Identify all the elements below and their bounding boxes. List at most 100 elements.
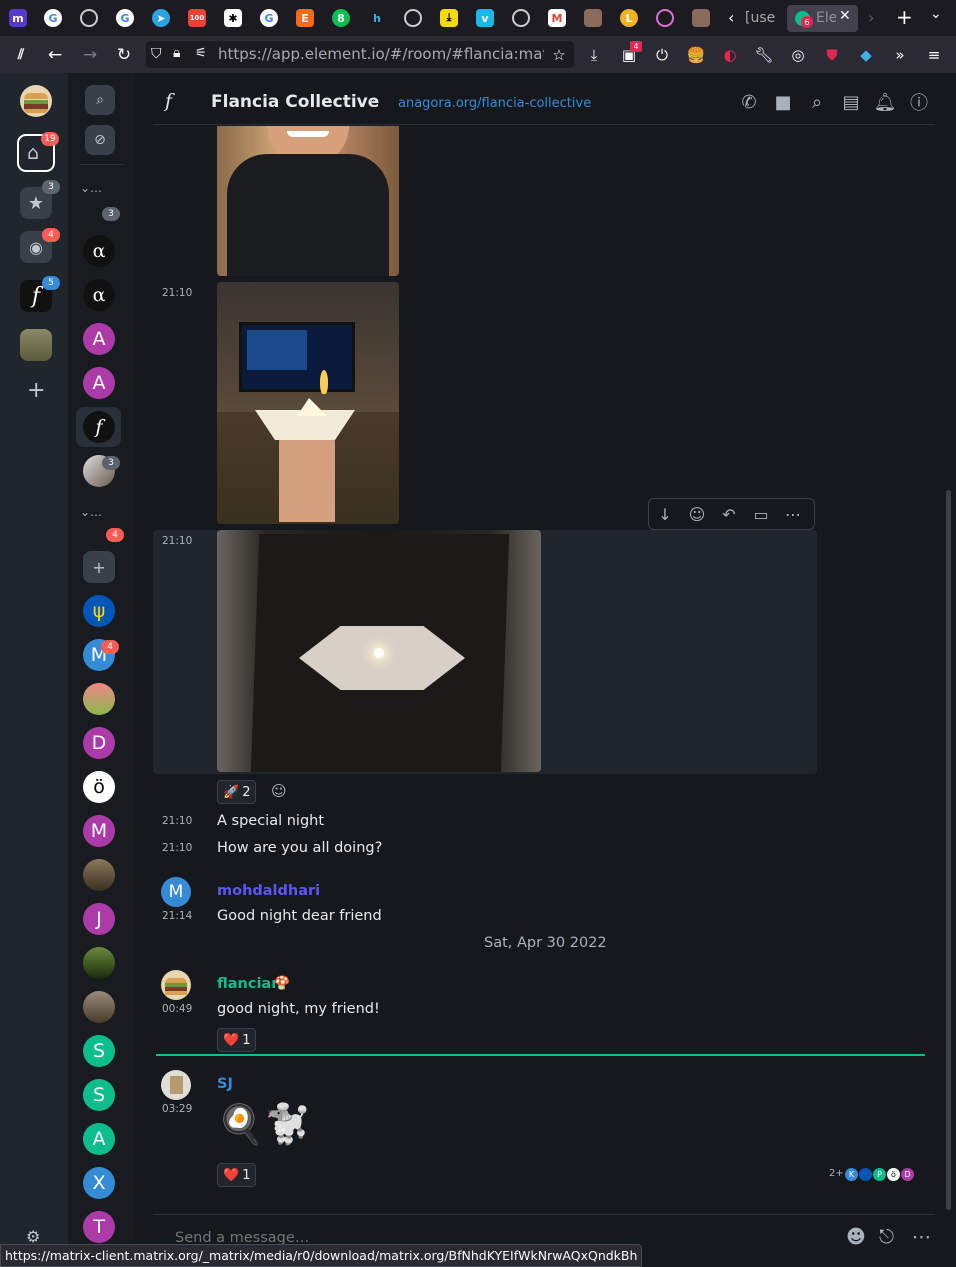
sidebar-icon[interactable]: ⫽ <box>10 44 32 66</box>
room-avatar[interactable]: T <box>83 1211 115 1243</box>
room-avatar-flancia[interactable]: f <box>83 411 115 443</box>
reaction-rocket[interactable]: 🚀 2 <box>217 780 257 804</box>
mastodon-tab-icon[interactable]: m <box>9 9 27 27</box>
news-tab-icon[interactable]: 100 <box>188 9 206 27</box>
attachment-icon[interactable]: ⎋ <box>879 1226 894 1248</box>
extension-icon[interactable]: ◎ <box>788 45 808 65</box>
hm-tab-icon[interactable]: h <box>368 9 386 27</box>
forward-icon[interactable]: → <box>79 44 101 66</box>
lock-icon[interactable]: 🔒︎ <box>173 45 180 61</box>
explore-icon[interactable]: ⊘ <box>85 125 115 155</box>
tab-label[interactable]: [use <box>745 10 775 26</box>
letter-tab-icon[interactable]: L <box>620 9 638 27</box>
menu-icon[interactable]: ≡ <box>924 45 944 65</box>
voice-call-icon[interactable]: ✆ <box>738 91 760 113</box>
read-receipts-more[interactable]: 2+ <box>829 1168 844 1179</box>
reaction-heart[interactable]: ❤️ 1 <box>217 1163 257 1187</box>
read-receipt-avatar[interactable] <box>859 1168 872 1181</box>
google-tab-icon[interactable]: G <box>116 9 134 27</box>
room-avatar[interactable]: ö <box>83 771 115 803</box>
image-message[interactable] <box>217 282 399 524</box>
app-tab-icon[interactable]: ✱ <box>224 9 242 27</box>
room-avatar[interactable]: α <box>83 235 115 267</box>
google-tab-icon[interactable]: G <box>44 9 62 27</box>
reply-icon[interactable]: ↶ <box>715 500 743 528</box>
thread-reply-icon[interactable]: ▭ <box>747 500 775 528</box>
section-toggle-icon[interactable]: ⌄… <box>80 181 102 195</box>
room-avatar[interactable]: A <box>83 367 115 399</box>
image-message[interactable] <box>217 530 541 772</box>
room-topic[interactable]: anagora.org/flancia-collective <box>398 96 591 111</box>
globe-tab-icon[interactable] <box>512 9 530 27</box>
more-options-icon[interactable]: ⋯ <box>912 1226 931 1248</box>
room-avatar[interactable]: S <box>83 1035 115 1067</box>
avatar[interactable] <box>161 970 191 1000</box>
room-avatar[interactable] <box>83 947 115 979</box>
room-avatar[interactable] <box>83 991 115 1023</box>
room-avatar[interactable]: M <box>83 815 115 847</box>
download-icon[interactable]: ↓ <box>651 500 679 528</box>
room-avatar[interactable]: J <box>83 903 115 935</box>
profile-tab-icon[interactable] <box>692 9 710 27</box>
section-toggle-icon[interactable]: ⌄… <box>80 505 102 519</box>
room-name[interactable]: Flancia Collective <box>211 92 379 112</box>
bookmark-star-icon[interactable]: ☆ <box>549 45 569 65</box>
room-avatar[interactable]: X <box>83 1167 115 1199</box>
user-avatar[interactable] <box>20 85 52 117</box>
room-avatar[interactable]: α <box>83 279 115 311</box>
room-avatar[interactable] <box>83 683 115 715</box>
more-extensions-icon[interactable]: » <box>890 45 910 65</box>
burger-extension-icon[interactable]: 🍔 <box>686 45 706 65</box>
notifications-icon[interactable]: 🔔︎ <box>874 91 897 113</box>
extension-icon[interactable]: ◐ <box>720 45 740 65</box>
room-avatar[interactable]: S <box>83 1079 115 1111</box>
sender-name[interactable]: flancian <box>217 976 282 992</box>
back-icon[interactable]: ← <box>44 44 66 66</box>
search-icon[interactable]: ⌕ <box>806 91 828 113</box>
reload-icon[interactable]: ↻ <box>113 44 135 66</box>
gmail-tab-icon[interactable]: M <box>548 9 566 27</box>
new-tab-icon[interactable]: + <box>896 5 913 29</box>
tab-list-icon[interactable]: ⌄ <box>930 6 942 22</box>
ring-tab-icon[interactable] <box>656 9 674 27</box>
search-icon[interactable]: ⌕ <box>85 85 115 115</box>
reaction-heart[interactable]: ❤️ 1 <box>217 1028 257 1052</box>
options-icon[interactable]: ⋯ <box>779 500 807 528</box>
room-avatar-ukraine[interactable]: ψ <box>83 595 115 627</box>
downloads-icon[interactable]: ⤓ <box>584 45 604 65</box>
tabs-scroll-right-icon[interactable]: › <box>868 8 874 27</box>
read-receipt-avatar[interactable]: ö <box>887 1168 900 1181</box>
room-avatar[interactable]: A <box>83 1123 115 1155</box>
avatar[interactable]: M <box>161 877 191 907</box>
react-icon[interactable]: ☺ <box>683 500 711 528</box>
extension-icon[interactable]: ◆ <box>856 45 876 65</box>
video-call-icon[interactable]: ■ <box>772 91 794 113</box>
add-reaction-icon[interactable]: ☺ <box>271 782 287 800</box>
download-tab-icon[interactable]: ⤓ <box>440 9 458 27</box>
chevron-down-icon[interactable]: ⌄ <box>367 92 377 106</box>
image-message[interactable] <box>217 126 399 276</box>
sender-name[interactable]: SJ <box>217 1076 233 1092</box>
telegram-tab-icon[interactable]: ➤ <box>152 9 170 27</box>
add-room-icon[interactable]: + <box>83 551 115 583</box>
sender-name[interactable]: mohdaldhari <box>217 883 320 899</box>
emoji-icon[interactable]: ☻ <box>846 1226 866 1248</box>
read-receipt-avatar[interactable]: K <box>845 1168 858 1181</box>
threads-icon[interactable]: ▤ <box>840 91 862 113</box>
vimeo-tab-icon[interactable]: v <box>476 9 494 27</box>
active-tab[interactable]: 6 Ele ✕ <box>787 5 858 32</box>
tabs-scroll-left-icon[interactable]: ‹ <box>728 8 734 27</box>
room-avatar[interactable] <box>83 859 115 891</box>
url-text[interactable]: https://app.element.io/#/room/#flancia:m… <box>218 45 544 63</box>
read-receipt-avatar[interactable]: P <box>873 1168 886 1181</box>
room-avatar[interactable]: D <box>83 727 115 759</box>
create-space-icon[interactable]: + <box>27 378 45 403</box>
power-icon[interactable]: ⏻ <box>652 45 672 65</box>
google-tab-icon[interactable]: G <box>260 9 278 27</box>
room-info-icon[interactable]: ⓘ <box>908 91 930 114</box>
shield-icon[interactable]: ⛉ <box>151 46 162 62</box>
profile-tab-icon[interactable] <box>584 9 602 27</box>
globe-tab-icon[interactable] <box>80 9 98 27</box>
globe-tab-icon[interactable] <box>404 9 422 27</box>
timeline-scrollbar[interactable] <box>946 490 951 1210</box>
